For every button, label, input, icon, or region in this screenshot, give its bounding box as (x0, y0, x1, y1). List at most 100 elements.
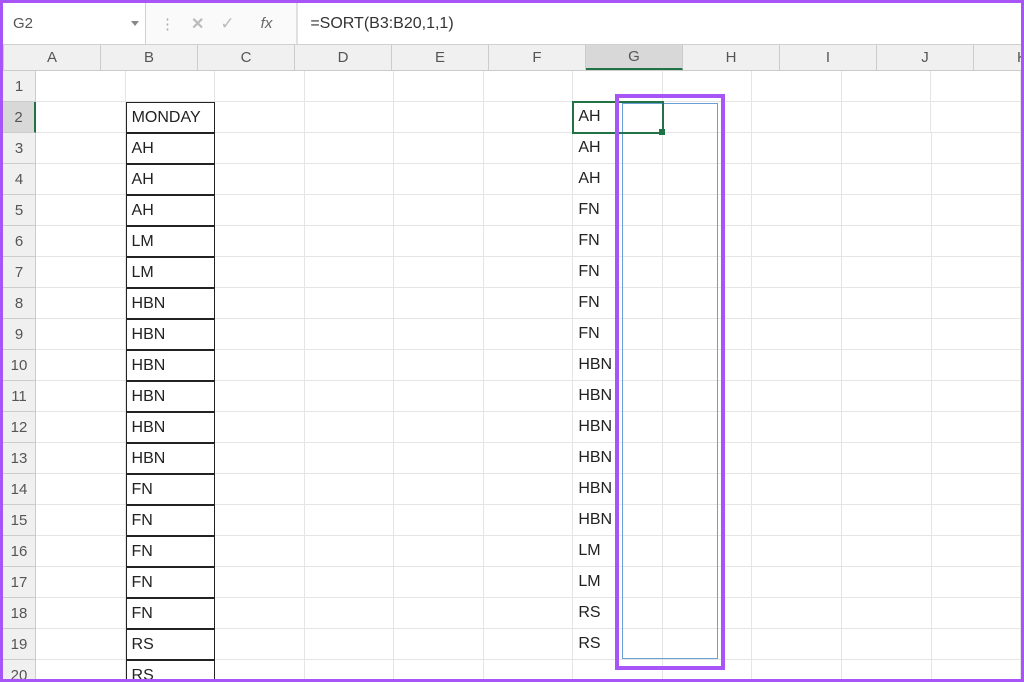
cell-I1[interactable] (752, 71, 842, 102)
cell-C6[interactable] (215, 226, 305, 257)
cell-F8[interactable] (484, 288, 574, 319)
cell-A18[interactable] (36, 598, 126, 629)
cell-E9[interactable] (394, 319, 484, 350)
cell-F3[interactable] (484, 133, 574, 164)
cell-K13[interactable] (932, 443, 1021, 474)
cell-B12[interactable]: HBN (126, 412, 216, 443)
cell-G8[interactable]: FN (573, 288, 663, 319)
cell-C20[interactable] (215, 660, 305, 679)
cell-C13[interactable] (215, 443, 305, 474)
cell-D1[interactable] (305, 71, 395, 102)
cell-I8[interactable] (752, 288, 842, 319)
cell-F10[interactable] (484, 350, 574, 381)
cell-B14[interactable]: FN (126, 474, 216, 505)
cell-D4[interactable] (305, 164, 395, 195)
cell-E2[interactable] (394, 102, 484, 133)
row-header-10[interactable]: 10 (3, 350, 36, 381)
cell-D6[interactable] (305, 226, 395, 257)
cell-H2[interactable] (663, 102, 753, 133)
cell-I6[interactable] (752, 226, 842, 257)
cell-E17[interactable] (394, 567, 484, 598)
row-header-18[interactable]: 18 (3, 598, 36, 629)
cell-B10[interactable]: HBN (126, 350, 216, 381)
cell-B7[interactable]: LM (126, 257, 216, 288)
cell-H13[interactable] (663, 443, 753, 474)
cell-C17[interactable] (215, 567, 305, 598)
cell-J8[interactable] (842, 288, 932, 319)
cell-J3[interactable] (842, 133, 932, 164)
row-header-6[interactable]: 6 (3, 226, 36, 257)
cell-I14[interactable] (752, 474, 842, 505)
cell-H1[interactable] (663, 71, 753, 102)
cell-F17[interactable] (484, 567, 574, 598)
cell-B11[interactable]: HBN (126, 381, 216, 412)
cell-I17[interactable] (752, 567, 842, 598)
cell-K16[interactable] (932, 536, 1021, 567)
cell-E6[interactable] (394, 226, 484, 257)
cell-E19[interactable] (394, 629, 484, 660)
cell-I2[interactable] (752, 102, 842, 133)
spreadsheet-grid[interactable]: ABCDEFGHIJK 12MONDAYAH3AHAH4AHAH5AHFN6LM… (3, 45, 1021, 679)
cell-I16[interactable] (752, 536, 842, 567)
cell-I18[interactable] (752, 598, 842, 629)
cell-D14[interactable] (305, 474, 395, 505)
cell-J14[interactable] (842, 474, 932, 505)
cell-C9[interactable] (215, 319, 305, 350)
cell-K6[interactable] (932, 226, 1021, 257)
select-all-button[interactable] (3, 45, 4, 70)
cell-G15[interactable]: HBN (573, 505, 663, 536)
cell-I13[interactable] (752, 443, 842, 474)
cell-G7[interactable]: FN (573, 257, 663, 288)
cell-D9[interactable] (305, 319, 395, 350)
cell-E4[interactable] (394, 164, 484, 195)
cell-J12[interactable] (842, 412, 932, 443)
column-header-K[interactable]: K (974, 45, 1021, 70)
cell-D5[interactable] (305, 195, 395, 226)
row-header-19[interactable]: 19 (3, 629, 36, 660)
cell-I3[interactable] (752, 133, 842, 164)
cell-D19[interactable] (305, 629, 395, 660)
cell-J11[interactable] (842, 381, 932, 412)
cell-G13[interactable]: HBN (573, 443, 663, 474)
cell-A16[interactable] (36, 536, 126, 567)
cell-E16[interactable] (394, 536, 484, 567)
cell-B8[interactable]: HBN (126, 288, 216, 319)
column-header-C[interactable]: C (198, 45, 295, 70)
cell-E18[interactable] (394, 598, 484, 629)
cell-J1[interactable] (842, 71, 932, 102)
cell-G9[interactable]: FN (573, 319, 663, 350)
cell-B4[interactable]: AH (126, 164, 216, 195)
fx-label[interactable]: fx (251, 15, 283, 32)
cell-B20[interactable]: RS (126, 660, 216, 679)
column-header-A[interactable]: A (4, 45, 101, 70)
row-header-15[interactable]: 15 (3, 505, 36, 536)
cell-D16[interactable] (305, 536, 395, 567)
cell-B5[interactable]: AH (126, 195, 216, 226)
cell-F9[interactable] (484, 319, 574, 350)
cell-D3[interactable] (305, 133, 395, 164)
cell-J20[interactable] (842, 660, 932, 679)
cell-H14[interactable] (663, 474, 753, 505)
cell-G14[interactable]: HBN (573, 474, 663, 505)
row-header-14[interactable]: 14 (3, 474, 36, 505)
name-box[interactable]: G2 (3, 3, 146, 44)
cell-J4[interactable] (842, 164, 932, 195)
cell-A7[interactable] (36, 257, 126, 288)
cell-K19[interactable] (932, 629, 1021, 660)
row-header-3[interactable]: 3 (3, 133, 36, 164)
cell-H4[interactable] (663, 164, 753, 195)
row-header-11[interactable]: 11 (3, 381, 36, 412)
cell-H3[interactable] (663, 133, 753, 164)
cell-E5[interactable] (394, 195, 484, 226)
cell-C8[interactable] (215, 288, 305, 319)
cell-G18[interactable]: RS (573, 598, 663, 629)
cell-F19[interactable] (484, 629, 574, 660)
cell-K3[interactable] (932, 133, 1021, 164)
cell-I5[interactable] (752, 195, 842, 226)
cell-G20[interactable] (573, 660, 663, 679)
cell-C15[interactable] (215, 505, 305, 536)
cell-G5[interactable]: FN (573, 195, 663, 226)
cell-G17[interactable]: LM (573, 567, 663, 598)
cell-I7[interactable] (752, 257, 842, 288)
cell-K5[interactable] (932, 195, 1021, 226)
